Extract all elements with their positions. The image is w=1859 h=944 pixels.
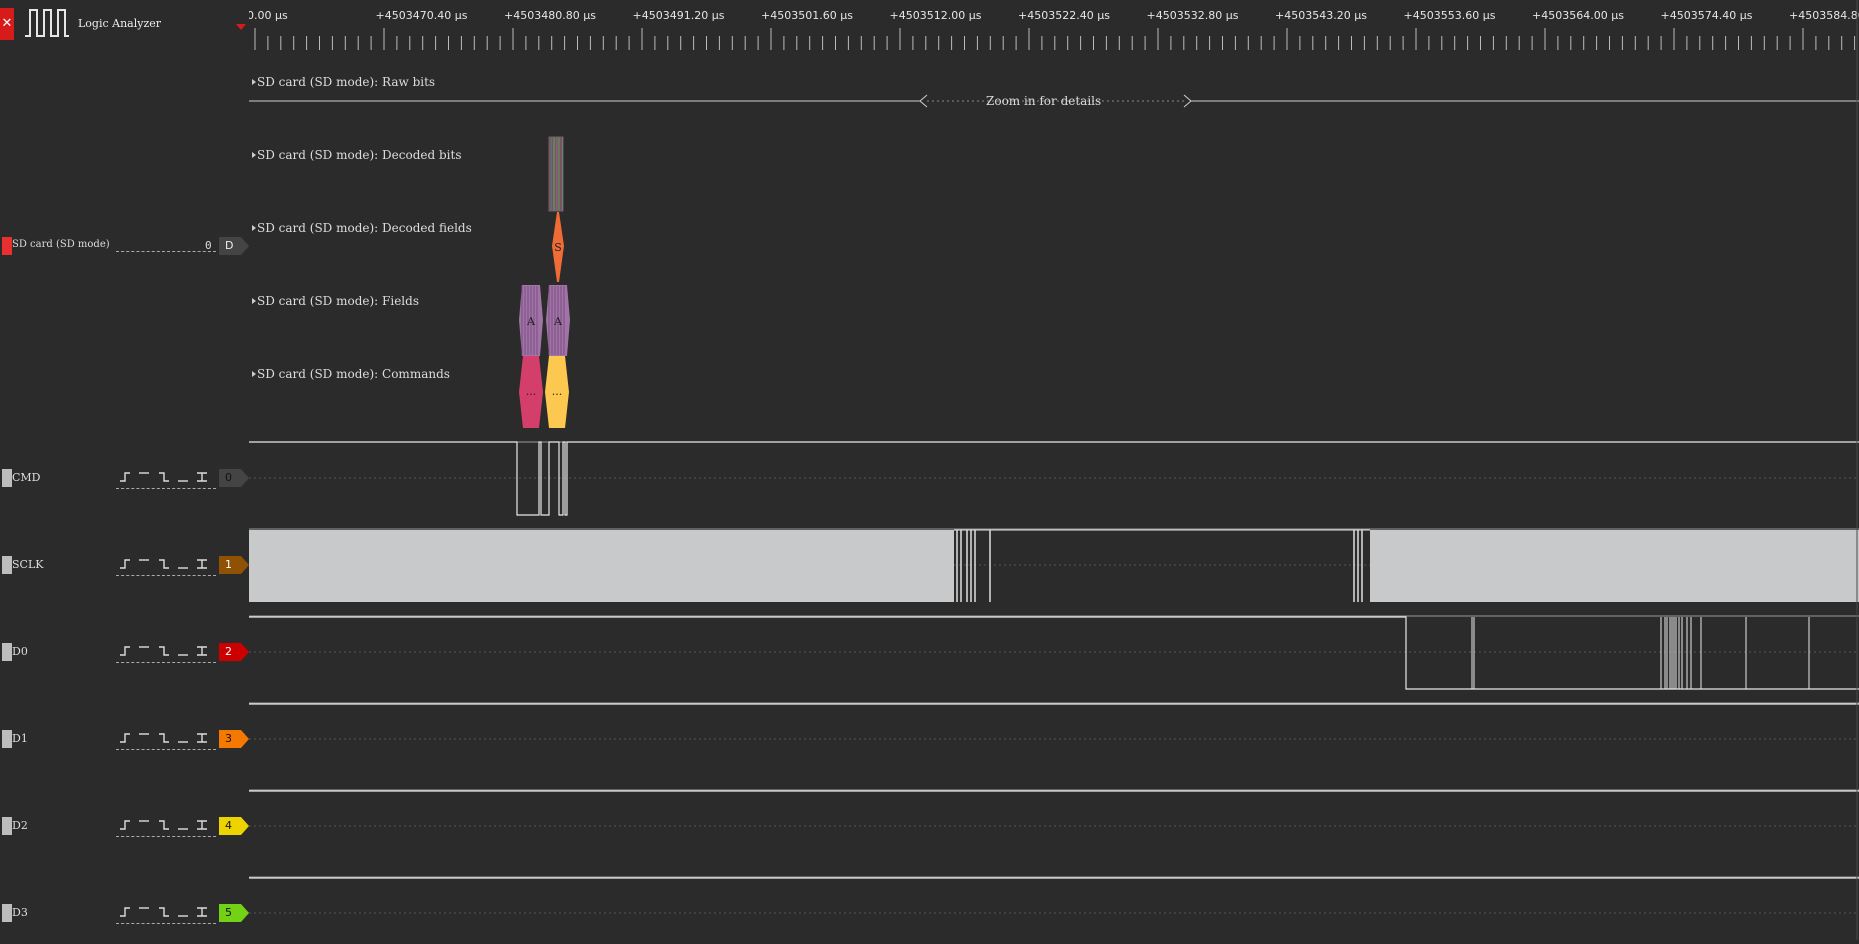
trigger-selector-icon[interactable] (116, 465, 216, 487)
command-label-1: ... (526, 385, 537, 398)
decoder-color-swatch[interactable] (2, 237, 12, 255)
trigger-selector-icon[interactable] (116, 813, 216, 835)
channel-name: CMD (12, 471, 41, 484)
zoom-hint: Zoom in for details (986, 94, 1102, 108)
decoded-bit (554, 137, 555, 211)
trigger-underline (116, 749, 216, 750)
decoder-value-underline (116, 251, 216, 252)
zoom-bracket-right (1183, 94, 1192, 108)
zoom-bracket-left (919, 94, 928, 108)
decoded-bit (552, 137, 553, 211)
channel-header-d2[interactable]: D2 4 (0, 817, 249, 857)
trigger-selector-icon[interactable] (116, 639, 216, 661)
trigger-underline (116, 575, 216, 576)
decoder-index-label: D (225, 239, 234, 252)
sclk-dense-block-1 (249, 530, 954, 602)
trace-view[interactable]: 0.00 µs +4503470.40 µs +4503480.80 µs +4503… (249, 0, 1859, 940)
traces-canvas: S A A...... (249, 0, 1859, 940)
command-label-2: ... (552, 385, 563, 398)
channel-name: D1 (12, 732, 28, 745)
channel-index-label: 0 (225, 471, 232, 484)
channel-index-tag[interactable]: 4 (219, 817, 249, 835)
channel-header-d0[interactable]: D0 2 (0, 643, 249, 683)
channel-name: SCLK (12, 558, 44, 571)
channel-index-label: 3 (225, 732, 232, 745)
trigger-selector-icon[interactable] (116, 900, 216, 922)
channel-index-label: 4 (225, 819, 232, 832)
channel-index-tag[interactable]: 5 (219, 904, 249, 922)
channel-name: D0 (12, 645, 28, 658)
device-title: Logic Analyzer (78, 17, 162, 30)
decoder-name: SD card (SD mode) (12, 239, 110, 250)
decoded-bit (561, 137, 562, 211)
decoded-bit (558, 137, 559, 211)
field-label-2: A (553, 315, 563, 328)
channel-color-swatch[interactable] (2, 817, 12, 835)
device-menu-dropdown-icon[interactable] (236, 24, 246, 30)
decoded-bit (556, 137, 557, 211)
annotation-row-decoded-bits: SD card (SD mode): Decoded bits (251, 148, 462, 162)
logic-analyzer-icon (25, 9, 69, 37)
d0-waveform (249, 616, 1859, 690)
channel-header-d1[interactable]: D1 3 (0, 730, 249, 770)
channel-index-label: 1 (225, 558, 232, 571)
field-label-1: A (526, 315, 536, 328)
sclk-dense-block-2 (1370, 530, 1859, 602)
channel-color-swatch[interactable] (2, 643, 12, 661)
decoded-bit (557, 137, 558, 211)
channel-header-sclk[interactable]: SCLK 1 (0, 556, 249, 596)
channel-name: D3 (12, 906, 28, 919)
channel-color-swatch[interactable] (2, 469, 12, 487)
trigger-underline (116, 662, 216, 663)
trigger-underline (116, 488, 216, 489)
trigger-underline (116, 836, 216, 837)
annotation-row-decoded-fields: SD card (SD mode): Decoded fields (252, 221, 472, 235)
decoded-bit (553, 137, 554, 211)
channel-index-tag[interactable]: 2 (219, 643, 249, 661)
annotation-row-fields: SD card (SD mode): Fields (252, 294, 419, 308)
trigger-selector-icon[interactable] (116, 552, 216, 574)
channel-index-tag[interactable]: 3 (219, 730, 249, 748)
decoded-bit (559, 137, 560, 211)
decoder-trace-header[interactable]: SD card (SD mode) 0 D (0, 237, 249, 277)
channel-index-label: 2 (225, 645, 232, 658)
decoded-field-label: S (554, 241, 562, 254)
decoder-index-tag[interactable]: D (219, 237, 249, 255)
decoded-bit (551, 137, 552, 211)
channel-index-label: 5 (225, 906, 232, 919)
channel-color-swatch[interactable] (2, 556, 12, 574)
channel-sidebar: ✕ Logic Analyzer SD card (SD mode) 0 D C… (0, 0, 249, 940)
close-icon[interactable]: ✕ (0, 8, 14, 40)
trigger-selector-icon[interactable] (116, 726, 216, 748)
decoded-bit (550, 137, 551, 211)
annotation-row-commands: SD card (SD mode): Commands (252, 367, 450, 381)
trigger-underline (116, 923, 216, 924)
channel-index-tag[interactable]: 1 (219, 556, 249, 574)
channel-color-swatch[interactable] (2, 730, 12, 748)
annotation-row-raw-bits: SD card (SD mode): Raw bits (251, 75, 436, 89)
decoded-bit (555, 137, 556, 211)
decoded-bit (560, 137, 561, 211)
channel-name: D2 (12, 819, 28, 832)
channel-header-cmd[interactable]: CMD 0 (0, 469, 249, 509)
channel-color-swatch[interactable] (2, 904, 12, 922)
decoder-value: 0 (205, 239, 212, 252)
logic-analyzer-window: ✕ Logic Analyzer SD card (SD mode) 0 D C… (0, 0, 1859, 940)
channel-index-tag[interactable]: 0 (219, 469, 249, 487)
channel-header-d3[interactable]: D3 5 (0, 904, 249, 944)
